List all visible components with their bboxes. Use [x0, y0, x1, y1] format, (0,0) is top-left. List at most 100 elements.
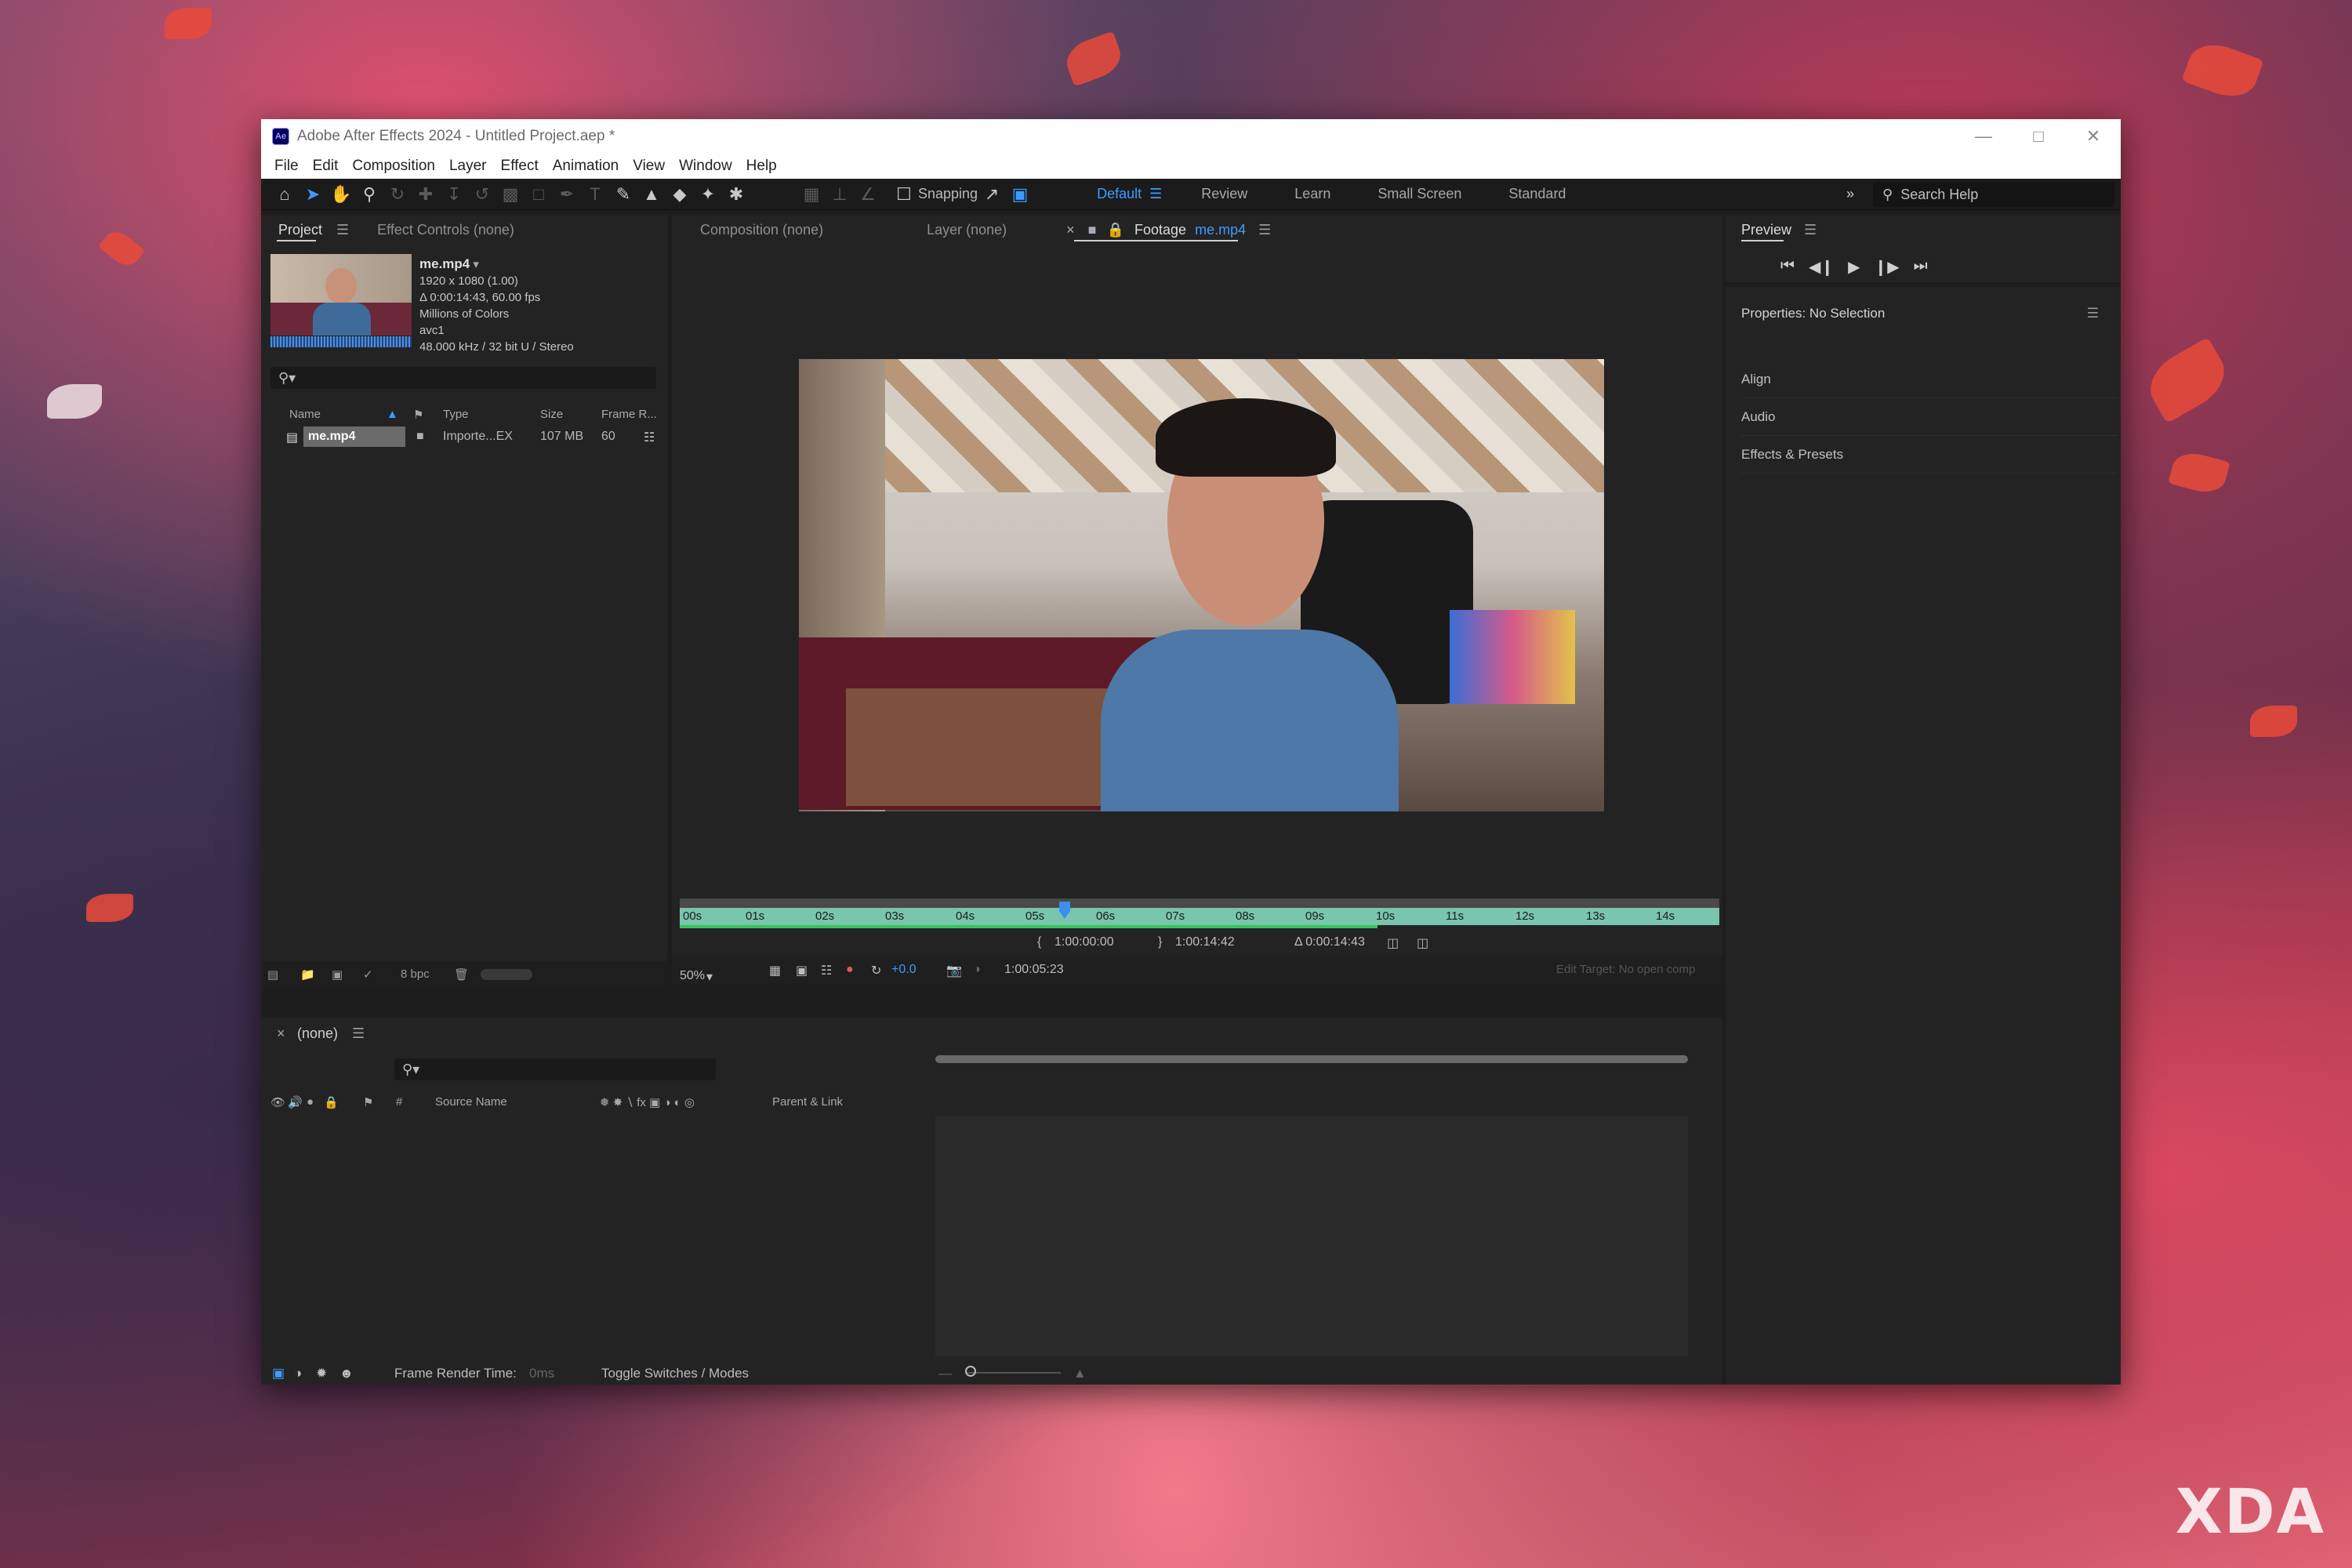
- reset-exposure-icon[interactable]: ↻: [871, 963, 881, 978]
- motion-blur-icon[interactable]: ◑: [294, 1366, 302, 1381]
- bit-depth-label[interactable]: 8 bpc: [401, 967, 430, 981]
- label-tag-icon[interactable]: ⚑: [413, 408, 423, 422]
- show-snapshot-icon[interactable]: ◑: [973, 963, 981, 977]
- menu-view[interactable]: View: [633, 158, 665, 175]
- panel-menu-icon[interactable]: ☰: [1804, 222, 1817, 238]
- viewer-timeline-navigator[interactable]: [680, 898, 1719, 908]
- interpret-footage-icon[interactable]: ▤: [267, 967, 278, 982]
- snap-feature-icon[interactable]: ▣: [1006, 182, 1034, 207]
- tab-composition[interactable]: Composition (none): [672, 215, 851, 245]
- more-workspaces-icon[interactable]: »: [1846, 186, 1854, 202]
- draft-3d-icon[interactable]: ☻: [339, 1366, 354, 1381]
- ripple-insert-icon[interactable]: ◫: [1387, 935, 1399, 951]
- axis-local-icon[interactable]: ▦: [797, 182, 826, 207]
- orbit-tool-icon[interactable]: ↻: [383, 182, 412, 207]
- menu-layer[interactable]: Layer: [449, 158, 487, 175]
- thumbnail-slider[interactable]: [481, 969, 532, 980]
- new-composition-icon[interactable]: ▣: [332, 967, 343, 982]
- workspace-learn[interactable]: Learn: [1294, 186, 1330, 202]
- menu-edit[interactable]: Edit: [313, 158, 339, 175]
- roto-brush-tool-icon[interactable]: ✦: [694, 182, 722, 207]
- timeline-navigator[interactable]: [935, 1055, 1688, 1063]
- video-switch-icon[interactable]: 👁: [270, 1095, 285, 1109]
- grid-icon[interactable]: ☷: [821, 963, 832, 978]
- menu-composition[interactable]: Composition: [352, 158, 435, 175]
- minimize-button[interactable]: —: [1956, 119, 2011, 154]
- selection-tool-icon[interactable]: ➤: [299, 182, 327, 207]
- pan-behind-tool-icon[interactable]: ▩: [496, 182, 524, 207]
- col-parent-link[interactable]: Parent & Link: [772, 1095, 843, 1109]
- lock-icon[interactable]: 🔒: [1107, 222, 1124, 238]
- pan-tool-icon[interactable]: ✚: [412, 182, 440, 207]
- new-folder-icon[interactable]: 📁: [300, 967, 315, 982]
- home-icon[interactable]: ⌂: [270, 182, 299, 207]
- menu-file[interactable]: File: [274, 158, 299, 175]
- item-name[interactable]: me.mp4: [303, 426, 405, 447]
- tab-effect-controls[interactable]: Effect Controls (none): [349, 215, 530, 245]
- out-point-icon[interactable]: }: [1158, 935, 1162, 949]
- layer-switches-icon[interactable]: ❅ ✸ ∖ fx ▣ ◑ ◐ ◎: [600, 1095, 695, 1109]
- panel-audio[interactable]: Audio: [1741, 398, 2118, 436]
- workspace-review[interactable]: Review: [1201, 186, 1247, 202]
- last-frame-icon[interactable]: ⏭: [1914, 257, 1928, 277]
- menu-animation[interactable]: Animation: [553, 158, 619, 175]
- panel-effects-presets[interactable]: Effects & Presets: [1741, 436, 2118, 474]
- panel-menu-icon[interactable]: ☰: [2087, 306, 2099, 321]
- dolly-tool-icon[interactable]: ↧: [440, 182, 468, 207]
- adjust-settings-icon[interactable]: ✓: [363, 967, 373, 982]
- col-type[interactable]: Type: [443, 408, 469, 421]
- delete-icon[interactable]: 🗑: [454, 967, 469, 982]
- tab-footage[interactable]: × ■ 🔒 Footage me.mp4: [1058, 215, 1254, 245]
- brush-tool-icon[interactable]: ✎: [609, 182, 637, 207]
- col-size[interactable]: Size: [540, 408, 563, 421]
- in-point-icon[interactable]: {: [1037, 935, 1041, 949]
- label-swatch-icon[interactable]: ■: [416, 430, 424, 444]
- flowchart-icon[interactable]: ☷: [644, 430, 655, 445]
- axis-world-icon[interactable]: ⊥: [826, 182, 854, 207]
- snap-edge-icon[interactable]: ↗: [978, 182, 1006, 207]
- type-tool-icon[interactable]: T: [581, 182, 609, 207]
- clone-stamp-tool-icon[interactable]: ▲: [637, 182, 666, 207]
- zoom-tool-icon[interactable]: ⚲: [355, 182, 383, 207]
- composition-flowchart-icon[interactable]: ▣: [272, 1366, 285, 1381]
- in-point-time[interactable]: 1:00:00:00: [1054, 935, 1114, 949]
- close-tab-icon[interactable]: ×: [1066, 222, 1075, 238]
- solo-switch-icon[interactable]: ●: [307, 1095, 314, 1109]
- first-frame-icon[interactable]: ⏮: [1780, 257, 1795, 277]
- audio-switch-icon[interactable]: 🔊: [288, 1095, 303, 1109]
- play-icon[interactable]: ▶: [1848, 257, 1860, 277]
- search-help-field[interactable]: ⚲ Search Help: [1873, 182, 2114, 207]
- close-button[interactable]: ✕: [2066, 119, 2121, 154]
- workspace-menu-icon[interactable]: ☰: [1149, 186, 1162, 202]
- label-tag-icon[interactable]: ⚑: [363, 1095, 373, 1109]
- previous-frame-icon[interactable]: ◀❙: [1809, 257, 1834, 277]
- tab-preview[interactable]: Preview: [1726, 215, 1799, 245]
- snapshot-icon[interactable]: 📷: [946, 963, 962, 978]
- timeline-search-input[interactable]: ⚲▾: [394, 1058, 716, 1080]
- col-name[interactable]: Name: [289, 408, 321, 421]
- workspace-small-screen[interactable]: Small Screen: [1377, 186, 1461, 202]
- zoom-slider-handle[interactable]: [965, 1366, 976, 1377]
- col-frame-rate[interactable]: Frame R...: [601, 408, 657, 421]
- tab-project[interactable]: Project: [261, 215, 332, 245]
- next-frame-icon[interactable]: ❙▶: [1875, 257, 1900, 277]
- workspace-standard[interactable]: Standard: [1508, 186, 1566, 202]
- axis-view-icon[interactable]: ∠: [854, 182, 882, 207]
- snapping-checkbox[interactable]: ☐: [890, 182, 918, 207]
- menu-effect[interactable]: Effect: [501, 158, 539, 175]
- project-search-input[interactable]: ⚲▾: [270, 367, 656, 389]
- tab-layer[interactable]: Layer (none): [898, 215, 1035, 245]
- hand-tool-icon[interactable]: ✋: [327, 182, 355, 207]
- rotate-tool-icon[interactable]: ↺: [468, 182, 496, 207]
- list-item[interactable]: ▤ me.mp4 ■ Importe...EX 107 MB 60 ☷: [261, 425, 667, 448]
- time-ruler[interactable]: 00s 01s 02s 03s 04s 05s 06s 07s 08s 09s …: [680, 908, 1719, 925]
- menu-window[interactable]: Window: [679, 158, 732, 175]
- rectangle-tool-icon[interactable]: □: [524, 182, 553, 207]
- menu-help[interactable]: Help: [746, 158, 777, 175]
- fit-icon[interactable]: ▦: [769, 963, 781, 978]
- panel-menu-icon[interactable]: ☰: [1258, 222, 1271, 238]
- graph-editor-icon[interactable]: ✹: [316, 1366, 327, 1381]
- col-source-name[interactable]: Source Name: [435, 1095, 507, 1109]
- sort-ascending-icon[interactable]: ▲: [387, 408, 398, 421]
- safe-zones-icon[interactable]: ▣: [796, 963, 808, 978]
